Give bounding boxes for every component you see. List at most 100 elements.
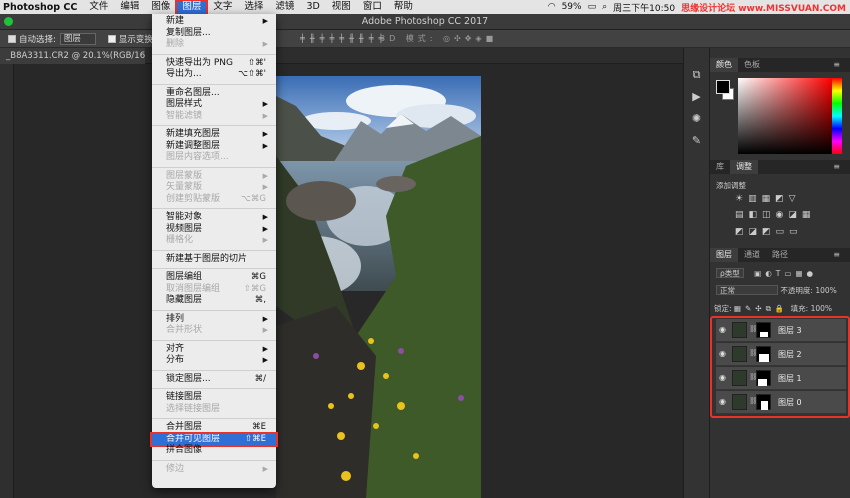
menubar-item[interactable]: 帮助 [388,0,419,14]
menu-item[interactable]: 合并可见图层 ⇧⌘E [150,431,278,447]
mode-3d[interactable]: 3D 模式: ◎✣✥◈■ [380,33,497,44]
layer-row[interactable]: ◉ ⛓ 图层 1 [716,367,846,390]
tools-panel[interactable] [0,64,14,498]
adjustment-icons-row-1[interactable]: ☀▥▦◩▽ [735,194,801,204]
wifi-icon[interactable]: ◠ [548,2,556,12]
layer-mask-thumbnail[interactable] [756,346,771,362]
layer-row[interactable]: ◉ ⛓ 图层 0 [716,391,846,414]
menu-item[interactable]: 分布 ▶ [152,355,276,367]
align-icons[interactable]: ╪╫╪╪╪╫╫╪╪ [300,34,388,43]
menubar-item[interactable]: 文件 [83,0,114,14]
history-icon[interactable]: ⧉ [690,68,704,82]
layer-mask-thumbnail[interactable] [756,370,771,386]
menu-item[interactable]: 导出为... ⌥⇧⌘' [152,69,276,81]
layer-thumbnail [732,394,747,410]
menu-item[interactable]: 合并图层 ⌘E [152,422,276,434]
panel-menu-icon[interactable]: ≡ [827,58,846,72]
menu-separator [152,418,276,419]
lock-row: 锁定: ▦✎✣⧉🔒 填充: 100% [714,303,832,314]
eye-icon[interactable]: ◉ [719,373,726,382]
menu-item[interactable]: 锁定图层... ⌘/ [152,374,276,386]
menu-item[interactable]: 隐藏图层 ⌘, [152,295,276,307]
play-icon[interactable]: ▶ [690,90,704,104]
menubar-item[interactable]: 图层 [175,0,209,15]
layer-mask-thumbnail[interactable] [756,394,771,410]
menubar-item[interactable]: 文字 [207,0,238,14]
menu-item[interactable]: 快速导出为 PNG ⇧⌘' [152,58,276,70]
search-icon[interactable]: ⌕ [602,2,607,12]
menu-item[interactable]: 图层样式 ▶ [152,99,276,111]
menubar-item[interactable]: 图像 [145,0,176,14]
menu-separator [152,249,276,251]
submenu-arrow-icon: ▶ [262,236,268,244]
menu-item[interactable]: 链接图层 [152,392,276,404]
tab-paths[interactable]: 路径 [766,248,794,262]
menu-item[interactable]: 图层编组 ⌘G [152,272,276,284]
menu-item[interactable]: 对齐 ▶ [152,344,276,356]
menu-item[interactable]: 重命名图层... [152,88,276,100]
menubar-item[interactable]: 选择 [238,0,269,14]
blend-mode-select[interactable]: 正常 [716,285,778,295]
tab-adjustments[interactable]: 调整 [730,160,758,174]
menu-separator [152,268,276,269]
tab-channels[interactable]: 通道 [738,248,766,262]
menu-item[interactable]: 智能对象 ▶ [152,212,276,224]
eye-icon[interactable]: ◉ [719,325,726,334]
menu-item[interactable]: 新建 ▶ [152,16,276,28]
color-field[interactable] [738,78,832,154]
filter-icons[interactable]: ▣◐T▭▦● [754,269,817,278]
tab-libraries[interactable]: 库 [710,160,730,174]
menu-item-label: 新建基于图层的切片 [166,253,248,264]
layer-mask-thumbnail[interactable] [756,322,771,338]
color-panel-header: 颜色 色板 ≡ [710,58,850,72]
opacity-value[interactable]: 100% [815,286,836,295]
layer-row[interactable]: ◉ ⛓ 图层 3 [716,319,846,342]
eye-icon[interactable]: ◉ [719,349,726,358]
document-tab[interactable]: _B8A3311.CR2 @ 20.1%(RGB/16*) * [0,48,145,64]
auto-select-checkbox[interactable] [8,34,16,43]
clock[interactable]: 周三下午10:50 [613,1,675,14]
menubar-item[interactable]: 滤镜 [269,0,300,14]
menu-item-label: 取消图层编组 [166,283,221,294]
document-image[interactable] [276,76,481,498]
menu-item: 删除 ▶ [152,39,276,51]
foreground-color-swatch[interactable] [716,80,730,94]
transform-controls-checkbox[interactable] [107,34,116,43]
submenu-arrow-icon: ▶ [262,100,268,108]
brush-settings-icon[interactable]: ✎ [690,134,704,148]
menubar-item[interactable]: 编辑 [114,0,145,14]
eye-icon[interactable]: ◉ [719,397,726,406]
menu-item-label: 图层蒙版 [166,170,203,181]
app-menu[interactable]: Photoshop CC [0,2,83,13]
menubar-item[interactable]: 视图 [326,0,357,14]
menu-item[interactable]: 排列 ▶ [152,314,276,326]
menu-item[interactable]: 新建调整图层 ▶ [152,141,276,153]
menu-item-label: 新建调整图层 [166,140,221,151]
panel-menu-icon[interactable]: ≡ [827,160,846,174]
adjustment-icons-row-2[interactable]: ▤◧◫◉◪▦ [735,210,815,220]
brightness-icon[interactable]: ✺ [690,112,704,126]
menu-item[interactable]: 拼合图像 [152,445,276,457]
fill-value[interactable]: 100% [811,304,832,313]
hue-slider[interactable] [832,78,842,154]
menu-item[interactable]: 新建填充图层 ▶ [152,129,276,141]
menu-item[interactable]: 复制图层... [152,28,276,40]
battery-icon[interactable]: ▭ [588,2,597,12]
menu-separator [152,459,276,461]
menubar-item[interactable]: 窗口 [357,0,388,14]
adjustment-icons-row-3[interactable]: ◩◪◩▭▭ [735,227,803,237]
tab-swatches[interactable]: 色板 [738,58,766,72]
tab-color[interactable]: 颜色 [710,58,738,72]
menu-item[interactable]: 新建基于图层的切片 [152,254,276,266]
menu-item[interactable]: 视频图层 ▶ [152,224,276,236]
submenu-arrow-icon: ▶ [262,183,268,191]
lock-icons[interactable]: ▦✎✣⧉🔒 [734,304,788,313]
battery-text: 59% [561,2,582,12]
layer-filter-select[interactable]: ρ类型 [716,268,744,278]
layer-row[interactable]: ◉ ⛓ 图层 2 [716,343,846,366]
auto-select-target-select[interactable]: 图层 [59,32,96,45]
tab-layers[interactable]: 图层 [710,248,738,262]
menubar-item[interactable]: 3D [300,0,325,14]
panel-menu-icon[interactable]: ≡ [827,248,846,262]
window-zoom-button[interactable] [4,17,13,26]
